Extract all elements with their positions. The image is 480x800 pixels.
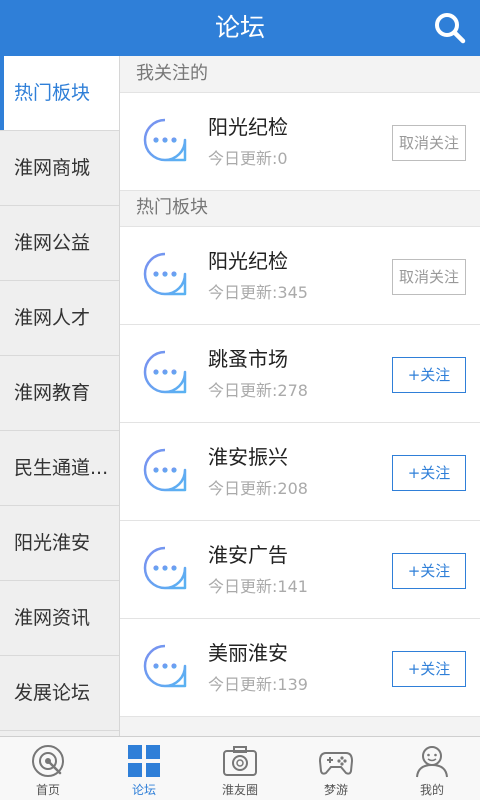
sidebar-item-hot[interactable]: 热门板块	[0, 56, 119, 131]
list-item[interactable]: 淮安振兴 今日更新:208 +关注	[120, 422, 480, 521]
chat-bubble-icon	[143, 252, 187, 296]
tab-label: 首页	[35, 783, 60, 797]
gamepad-icon	[318, 752, 354, 775]
sidebar-item-talent[interactable]: 淮网人才	[0, 281, 119, 356]
tab-forum[interactable]: 论坛	[96, 737, 192, 800]
home-icon	[32, 745, 64, 777]
chat-bubble-icon	[143, 546, 187, 590]
forum-name: 淮安广告	[208, 543, 288, 567]
follow-button[interactable]: +关注	[392, 651, 466, 687]
tab-label: 梦游	[323, 783, 348, 797]
forum-name: 美丽淮安	[208, 641, 288, 665]
forum-name: 阳光纪检	[208, 115, 288, 139]
sidebar-item-mall[interactable]: 淮网商城	[0, 131, 119, 206]
unfollow-button[interactable]: 取消关注	[392, 125, 466, 161]
chat-bubble-icon	[143, 448, 187, 492]
sidebar-item-development[interactable]: 发展论坛	[0, 656, 119, 731]
forum-updates: 今日更新:139	[208, 675, 308, 694]
tab-label: 论坛	[131, 783, 156, 797]
list-item[interactable]: 淮安广告 今日更新:141 +关注	[120, 520, 480, 619]
list-item[interactable]: 阳光纪检 今日更新:0 取消关注	[120, 92, 480, 191]
tab-me[interactable]: 我的	[384, 737, 480, 800]
bottom-tab-bar: 首页 论坛 淮友圈 梦游 我的	[0, 736, 480, 800]
following-section-title: 我关注的	[136, 63, 208, 84]
sidebar-item-sunshine[interactable]: 阳光淮安	[0, 506, 119, 581]
chat-bubble-icon	[143, 350, 187, 394]
hot-section-title: 热门板块	[136, 197, 208, 218]
chat-bubble-icon	[143, 118, 187, 162]
camera-icon	[223, 746, 257, 776]
top-bar: 论坛	[0, 0, 480, 56]
sidebar-item-livelihood[interactable]: 民生通道...	[0, 431, 119, 506]
follow-button[interactable]: +关注	[392, 357, 466, 393]
grid-icon	[128, 745, 160, 777]
forum-name: 淮安振兴	[208, 445, 288, 469]
unfollow-button[interactable]: 取消关注	[392, 259, 466, 295]
forum-updates: 今日更新:0	[208, 149, 288, 168]
forum-updates: 今日更新:141	[208, 577, 308, 596]
sidebar-item-news[interactable]: 淮网资讯	[0, 581, 119, 656]
tab-label: 我的	[419, 783, 444, 797]
forum-list: 我关注的 阳光纪检 今日更新:0 取消关注 热门板块 阳光纪检 今日更新:345…	[120, 56, 480, 736]
forum-updates: 今日更新:208	[208, 479, 308, 498]
page-title: 论坛	[214, 13, 265, 42]
chat-bubble-icon	[143, 644, 187, 688]
user-icon	[416, 746, 448, 778]
tab-moments[interactable]: 淮友圈	[192, 737, 288, 800]
category-sidebar: 热门板块 淮网商城 淮网公益 淮网人才 淮网教育 民生通道... 阳光淮安 淮网…	[0, 56, 120, 736]
follow-button[interactable]: +关注	[392, 553, 466, 589]
forum-updates: 今日更新:278	[208, 381, 308, 400]
tab-label: 淮友圈	[221, 783, 258, 797]
forum-updates: 今日更新:345	[208, 283, 308, 302]
follow-button[interactable]: +关注	[392, 455, 466, 491]
forum-name: 阳光纪检	[208, 249, 288, 273]
list-item[interactable]: 美丽淮安 今日更新:139 +关注	[120, 618, 480, 717]
search-icon[interactable]	[432, 10, 468, 46]
sidebar-item-charity[interactable]: 淮网公益	[0, 206, 119, 281]
forum-screen: 论坛 热门板块 淮网商城 淮网公益 淮网人才 淮网教育 民生通道... 阳光淮安…	[0, 0, 480, 800]
tab-home[interactable]: 首页	[0, 737, 96, 800]
list-item[interactable]: 跳蚤市场 今日更新:278 +关注	[120, 324, 480, 423]
tab-games[interactable]: 梦游	[288, 737, 384, 800]
list-item[interactable]: 阳光纪检 今日更新:345 取消关注	[120, 226, 480, 325]
sidebar-item-education[interactable]: 淮网教育	[0, 356, 119, 431]
forum-name: 跳蚤市场	[208, 347, 288, 371]
